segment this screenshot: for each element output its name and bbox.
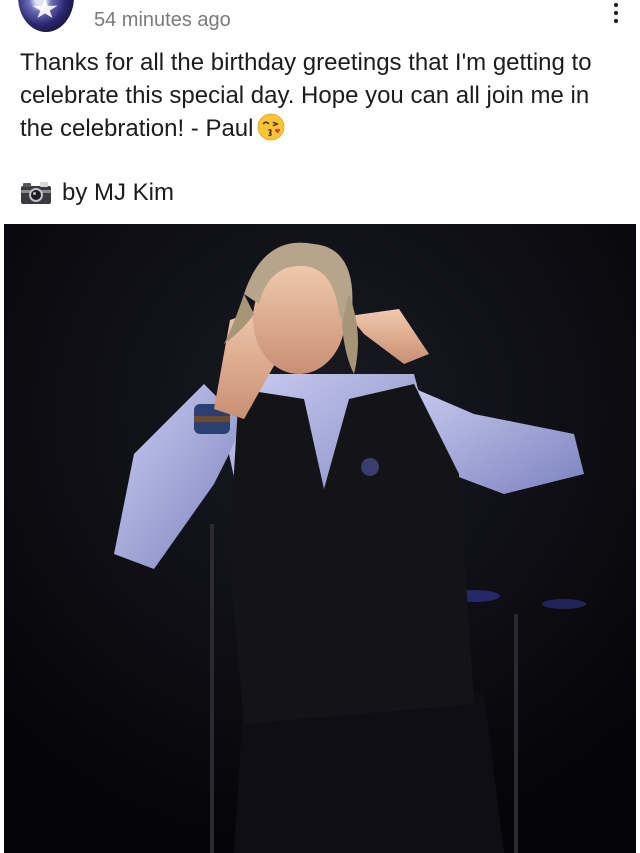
credit-text: by MJ Kim: [62, 179, 175, 206]
post-timestamp: 54 minutes ago: [94, 9, 231, 31]
kiss-face-emoji-icon: [258, 113, 285, 141]
star-icon: [32, 0, 58, 19]
post-header: 54 minutes ago: [0, 0, 640, 40]
vertical-ellipsis-icon: [614, 3, 618, 7]
camera-with-flash-icon: [21, 182, 51, 204]
avatar[interactable]: [18, 0, 74, 32]
post-photo[interactable]: [4, 224, 636, 853]
more-options-button[interactable]: [604, 0, 628, 26]
post-card: 54 minutes ago Thanks for all the birthd…: [0, 0, 640, 853]
photo-illustration: [4, 224, 636, 853]
photo-credit: by MJ Kim: [20, 176, 174, 210]
caption-text: Thanks for all the birthday greetings th…: [20, 49, 592, 142]
post-caption: Thanks for all the birthday greetings th…: [20, 46, 620, 145]
